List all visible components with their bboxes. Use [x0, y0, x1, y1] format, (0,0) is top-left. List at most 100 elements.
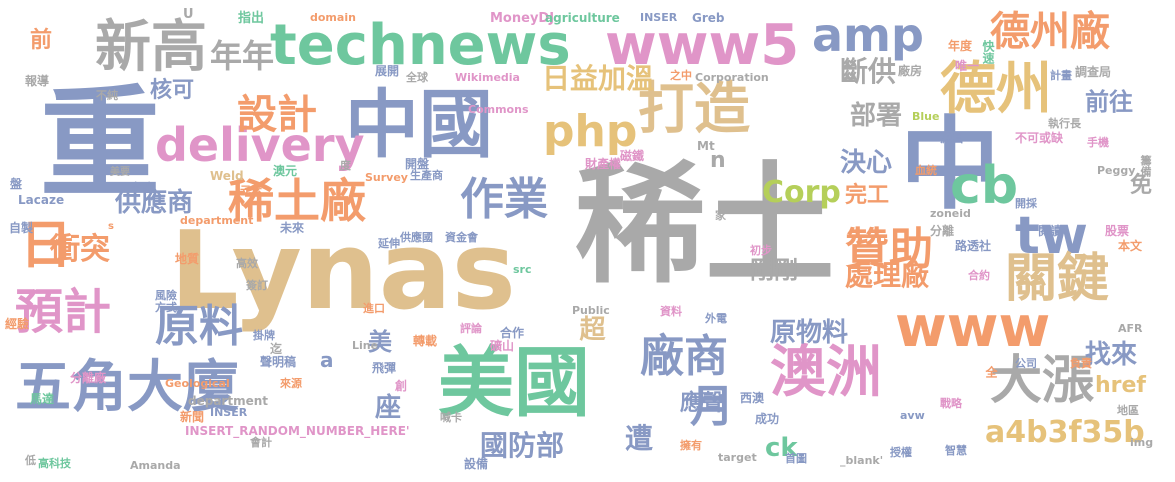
cloud-word: 前 [30, 28, 53, 53]
cloud-word: _blank' [840, 454, 884, 467]
cloud-word: AFR [1118, 322, 1143, 335]
cloud-word: 國防部 [480, 429, 565, 462]
cloud-word: INSERT_RANDOM_NUMBER_HERE' [185, 424, 410, 438]
cloud-word: 打造 [638, 77, 750, 142]
cloud-word: 礦山 [490, 339, 515, 353]
cloud-word: 計畫 [1050, 69, 1072, 82]
cloud-word: 經驗 [5, 317, 30, 331]
cloud-word: INSER [210, 406, 248, 419]
cloud-word: 全 [984, 366, 998, 378]
cloud-word: Blue [912, 110, 940, 123]
cloud-word: 剛剛 [750, 256, 798, 284]
cloud-word: 關鍵 [1005, 249, 1110, 309]
cloud-word: 日益加溫 [542, 62, 655, 95]
cloud-word: 中國 [345, 82, 493, 168]
cloud-word: 斷供 [840, 55, 897, 88]
cloud-word: 分離廠 [70, 371, 107, 385]
cloud-word: 高科技 [38, 457, 71, 470]
cloud-word: 聲明稿 [260, 355, 297, 369]
cloud-word: 本文 [1118, 239, 1143, 253]
cloud-word: 評論 [460, 322, 482, 335]
cloud-word: 喊卡 [440, 411, 462, 424]
cloud-word: 初步 [750, 244, 772, 257]
cloud-word: cb [950, 156, 1019, 216]
cloud-word: 美國 [438, 338, 590, 427]
cloud-word: a4b3f35b [985, 415, 1145, 450]
cloud-word: 轉載 [413, 334, 438, 348]
cloud-word: agriculture [545, 11, 620, 25]
cloud-word: 不可或缺 [1015, 131, 1064, 145]
cloud-word: 分離 [930, 224, 955, 238]
cloud-word: 生產商 [410, 169, 443, 182]
cloud-word: 元素 [240, 184, 262, 197]
cloud-word: Amanda [130, 459, 181, 472]
cloud-word: 新聞 [180, 410, 205, 424]
cloud-word: 應聲 [680, 391, 725, 416]
cloud-word: 原物料 [770, 318, 849, 348]
cloud-word: 閱讀 [1038, 224, 1063, 238]
cloud-word: 指出 [238, 11, 265, 26]
cloud-word: 未來 [280, 221, 305, 235]
cloud-word: INSER [640, 11, 678, 24]
cloud-word: href [1095, 373, 1147, 398]
cloud-word: 開採 [1015, 197, 1037, 210]
cloud-word: 金融 [130, 181, 152, 194]
cloud-word: 戰略 [940, 397, 962, 410]
cloud-word: img [1130, 436, 1154, 449]
cloud-word: 執行長 [1048, 117, 1081, 130]
cloud-word: 核可 [150, 78, 195, 103]
cloud-word: zoneid [930, 207, 971, 220]
cloud-word: 美要 [110, 167, 130, 178]
cloud-word: 創 [395, 379, 408, 393]
cloud-word: technews [270, 13, 571, 78]
cloud-word: 資金會 [445, 231, 478, 244]
cloud-word: 迄 [270, 342, 283, 356]
cloud-word: 年年 [210, 37, 275, 75]
cloud-word: 方式 [155, 301, 177, 314]
word-cloud: 稀土 Lynas 中國 重 美國 中 technews www5 新高 打造 德… [0, 0, 1175, 482]
cloud-word: Lacaze [18, 193, 65, 207]
cloud-word: 決心 [840, 148, 893, 178]
cloud-word: 外電 [705, 312, 727, 325]
cloud-word: a [320, 348, 334, 372]
cloud-word: 調查局 [1075, 65, 1112, 79]
cloud-word: Mt [697, 139, 715, 153]
cloud-word: Corporation [695, 71, 769, 84]
cloud-word: 地質 [175, 252, 200, 266]
cloud-word: 授權 [890, 446, 912, 459]
cloud-word: 籌備 [1139, 155, 1152, 177]
cloud-word: 成功 [755, 412, 780, 426]
cloud-word: Survey [365, 171, 408, 184]
cloud-word: 報導 [25, 74, 50, 88]
cloud-word: 完工 [845, 183, 890, 208]
cloud-word: 找來 [1085, 340, 1138, 370]
cloud-word: 展開 [375, 64, 400, 78]
cloud-word: 首圖 [785, 452, 807, 465]
cloud-word: 血統 [915, 164, 937, 177]
cloud-word: 前往 [1085, 88, 1133, 116]
cloud-word: 公司 [1015, 357, 1037, 370]
cloud-word: 高效 [236, 257, 258, 270]
cloud-word: 部署 [850, 101, 903, 131]
cloud-word: 作業 [460, 174, 548, 225]
cloud-word: Weld [210, 169, 244, 183]
cloud-word: php [543, 106, 638, 157]
cloud-word: 風險 [155, 289, 177, 302]
cloud-word: 掛牌 [253, 329, 275, 342]
cloud-word: 座 [375, 393, 402, 423]
cloud-word: 免 [1130, 173, 1153, 198]
cloud-word: Wikimedia [455, 71, 520, 84]
cloud-word: 遭 [625, 422, 654, 455]
cloud-word: Commons [468, 103, 529, 116]
cloud-word: 年度 [948, 39, 973, 53]
cloud-word: 廠房 [898, 64, 923, 78]
cloud-word: 來源 [280, 377, 302, 390]
cloud-word: U [183, 7, 194, 22]
cloud-word: 預計 [15, 284, 112, 340]
cloud-word: 新高 [95, 15, 207, 80]
cloud-word: 德州廠 [990, 9, 1110, 55]
cloud-word: Corp [762, 175, 841, 210]
cloud-word: department [180, 214, 254, 227]
cloud-word: 度 [340, 159, 351, 172]
cloud-word: Peggy [1097, 164, 1136, 177]
